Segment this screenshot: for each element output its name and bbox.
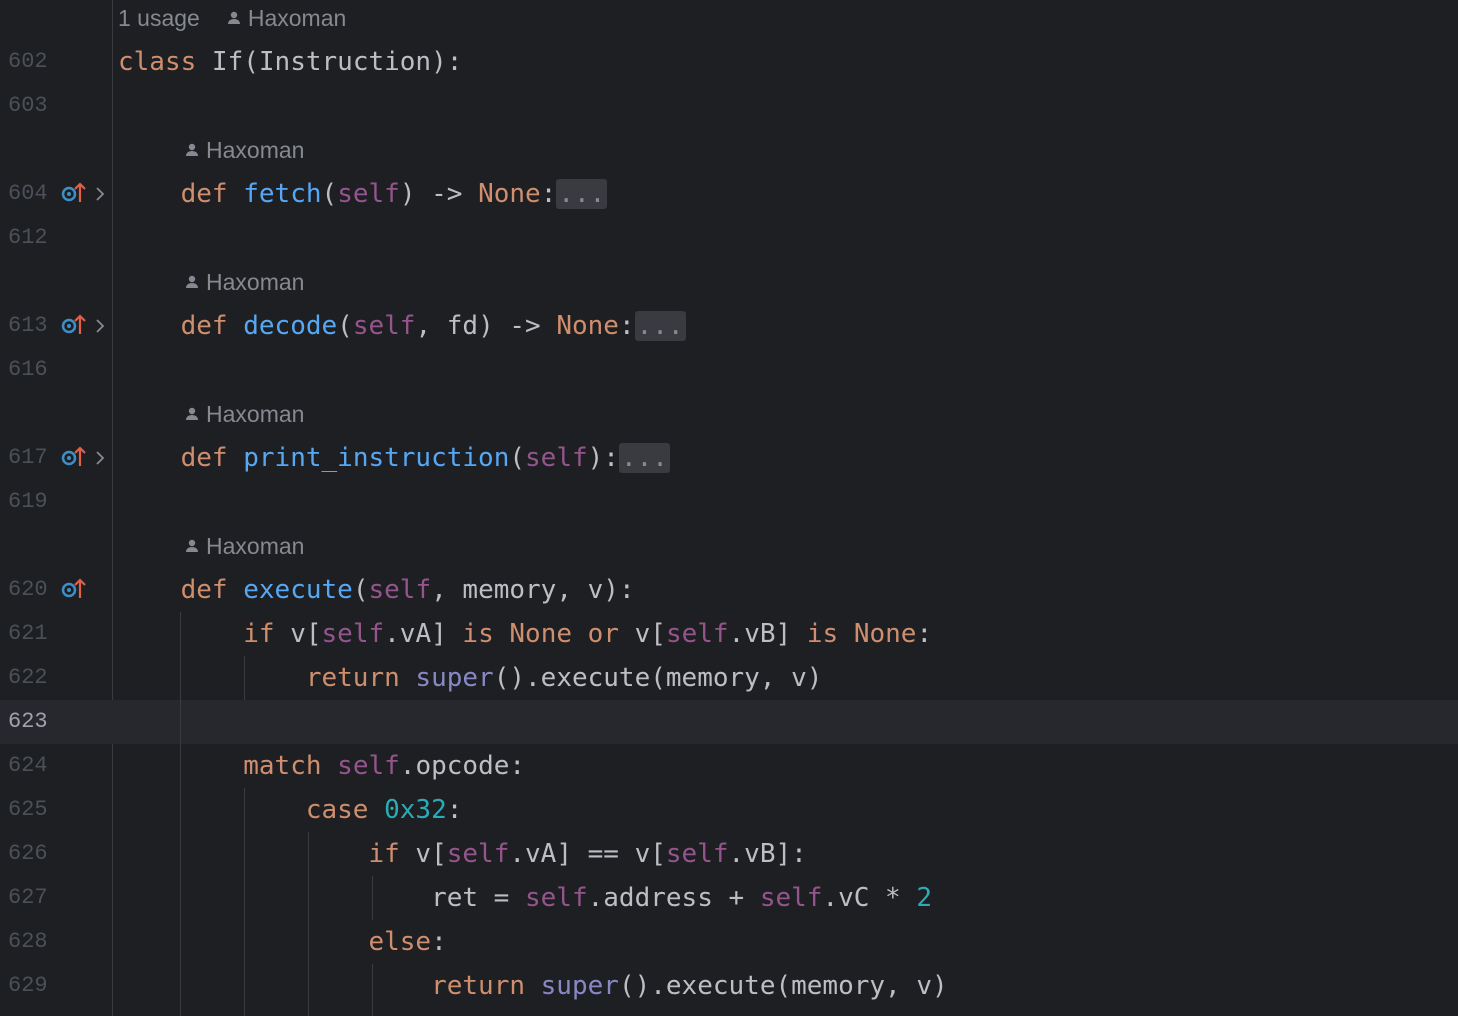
gutter-icons <box>60 568 110 612</box>
author-name[interactable]: Haxoman <box>206 264 304 300</box>
gutter-icons <box>60 304 110 348</box>
folded-code-placeholder[interactable]: ... <box>634 311 686 341</box>
code-line[interactable]: 621 if v[self.vA] is None or v[self.vB] … <box>0 612 1458 656</box>
code-line[interactable]: 612 <box>0 216 1458 260</box>
current-code-line[interactable]: 623 <box>0 700 1458 744</box>
line-number: 626 <box>8 841 48 866</box>
author-name[interactable]: Haxoman <box>206 528 304 564</box>
fold-chevron-icon[interactable] <box>92 436 108 480</box>
folded-code-placeholder[interactable]: ... <box>556 179 608 209</box>
line-number: 604 <box>8 181 48 206</box>
line-number: 623 <box>8 709 48 734</box>
person-icon <box>186 407 198 420</box>
code-line[interactable]: 602 class If(Instruction): <box>0 40 1458 84</box>
usage-count[interactable]: 1 usage <box>118 0 200 36</box>
indent-guide <box>244 656 245 700</box>
code-line[interactable]: 629 return super().execute(memory, v) <box>0 964 1458 1008</box>
code-line[interactable]: 627 ret = self.address + self.vC * 2 <box>0 876 1458 920</box>
author-name[interactable]: Haxoman <box>206 132 304 168</box>
line-number: 629 <box>8 973 48 998</box>
person-icon <box>227 11 240 24</box>
person-icon <box>186 143 198 156</box>
gutter-icons <box>60 172 110 216</box>
code-line[interactable]: 619 <box>0 480 1458 524</box>
indent-guide <box>244 788 245 1016</box>
line-number: 613 <box>8 313 48 338</box>
override-method-icon[interactable] <box>60 172 88 216</box>
line-number: 616 <box>8 357 48 382</box>
code-line[interactable]: 616 <box>0 348 1458 392</box>
fold-chevron-icon[interactable] <box>92 172 108 216</box>
author-inlay-hint[interactable]: Haxoman <box>184 132 304 168</box>
line-number: 622 <box>8 665 48 690</box>
indent-guide <box>180 612 181 1016</box>
line-text: if v[self.vA] == v[self.vB]: <box>368 839 807 869</box>
line-number: 619 <box>8 489 48 514</box>
gutter-icons <box>60 436 110 480</box>
indent-guide <box>372 964 373 1016</box>
override-method-icon[interactable] <box>60 304 88 348</box>
code-line[interactable]: 622 return super().execute(memory, v) <box>0 656 1458 700</box>
indent-guide <box>308 832 309 1016</box>
fold-chevron-icon[interactable] <box>92 304 108 348</box>
author-inlay-hint[interactable]: Haxoman <box>184 264 304 300</box>
code-line[interactable]: 624 match self.opcode: <box>0 744 1458 788</box>
code-line[interactable]: 603 <box>0 84 1458 128</box>
line-number: 612 <box>8 225 48 250</box>
indent-guide <box>372 876 373 920</box>
line-text: def decode(self, fd) -> None:... <box>180 311 686 341</box>
override-method-icon[interactable] <box>60 568 88 612</box>
author-name[interactable]: Haxoman <box>206 396 304 432</box>
line-text: if v[self.vA] is None or v[self.vB] is N… <box>243 619 933 649</box>
line-text: def execute(self, memory, v): <box>180 575 635 605</box>
line-number: 602 <box>8 49 48 74</box>
code-line[interactable]: 613 def decode(self, fd) -> None:... <box>0 304 1458 348</box>
code-line[interactable]: 628 else: <box>0 920 1458 964</box>
line-number: 625 <box>8 797 48 822</box>
line-number: 627 <box>8 885 48 910</box>
usage-inlay-hint[interactable]: 1 usage Haxoman <box>118 0 346 36</box>
line-text: return super().execute(memory, v) <box>431 971 948 1001</box>
line-number: 620 <box>8 577 48 602</box>
code-line[interactable]: 625 case 0x32: <box>0 788 1458 832</box>
line-text: return super().execute(memory, v) <box>305 663 823 693</box>
override-method-icon[interactable] <box>60 436 88 480</box>
line-text: class If(Instruction): <box>118 47 463 77</box>
person-icon <box>186 539 198 552</box>
line-number: 621 <box>8 621 48 646</box>
folded-code-placeholder[interactable]: ... <box>618 443 670 473</box>
line-text: case 0x32: <box>305 795 463 825</box>
code-line[interactable]: 604 def fetch(self) -> None:... <box>0 172 1458 216</box>
author-inlay-hint[interactable]: Haxoman <box>184 396 304 432</box>
line-text: def print_instruction(self):... <box>180 443 670 473</box>
line-number: 624 <box>8 753 48 778</box>
person-icon <box>186 275 198 288</box>
line-text: else: <box>368 927 447 957</box>
author-name[interactable]: Haxoman <box>248 0 346 36</box>
code-line[interactable]: 620 def execute(self, memory, v): <box>0 568 1458 612</box>
line-number: 603 <box>8 93 48 118</box>
code-editor[interactable]: 1 usage Haxoman 602 class If(Instruction… <box>0 0 1458 1016</box>
code-line[interactable]: 626 if v[self.vA] == v[self.vB]: <box>0 832 1458 876</box>
author-inlay-hint[interactable]: Haxoman <box>184 528 304 564</box>
line-text: ret = self.address + self.vC * 2 <box>118 883 933 913</box>
line-number: 628 <box>8 929 48 954</box>
line-number: 617 <box>8 445 48 470</box>
line-text: def fetch(self) -> None:... <box>180 179 608 209</box>
code-line[interactable]: 617 def print_instruction(self):... <box>0 436 1458 480</box>
